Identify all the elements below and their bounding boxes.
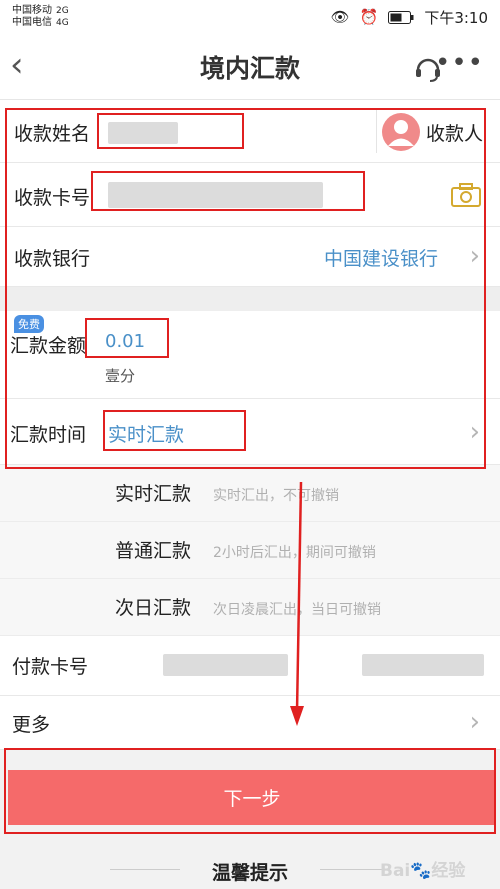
back-arrow-icon[interactable]: ‹ [10, 48, 24, 82]
divider [376, 110, 377, 153]
nav-bar: ‹ 境内汇款 ••• [0, 34, 500, 100]
more-label: 更多 [12, 714, 51, 736]
bank-row[interactable]: 收款银行 中国建设银行 › [0, 227, 500, 287]
camera-icon[interactable] [451, 183, 481, 207]
amount-label: 汇款金额 [10, 335, 87, 357]
carrier-1: 中国移动 [12, 5, 52, 16]
watermark: Bai🐾经验 [380, 861, 466, 881]
remit-time-value: 实时汇款 [108, 424, 185, 446]
remit-time-label: 汇款时间 [10, 424, 87, 446]
chevron-right-icon: › [469, 417, 480, 447]
carrier-2: 中国电信 [12, 17, 52, 28]
remit-option-normal[interactable]: 普通汇款 2小时后汇出，期间可撤销 [0, 522, 500, 579]
amount-in-words: 壹分 [105, 367, 136, 385]
payee-name-label: 收款姓名 [14, 123, 91, 145]
option-name: 次日汇款 [115, 597, 192, 619]
eye-icon: 👁 [330, 8, 350, 26]
bank-label: 收款银行 [14, 248, 91, 270]
network-type-1: 2G [56, 6, 69, 16]
payee-name-input[interactable] [108, 122, 178, 144]
remit-option-realtime[interactable]: 实时汇款 实时汇出，不可撤销 [0, 465, 500, 522]
status-bar: 中国移动 2G 中国电信 4G 👁 ⏰ 下午3:10 [0, 0, 500, 34]
payer-card-number [163, 654, 288, 676]
annotation-arrow [290, 481, 304, 726]
option-name: 普通汇款 [115, 540, 192, 562]
more-row[interactable]: 更多 › [0, 696, 500, 750]
network-type-2: 4G [56, 18, 69, 28]
bank-value: 中国建设银行 [324, 248, 439, 270]
carrier-info: 中国移动 2G 中国电信 4G [12, 5, 69, 29]
alarm-icon: ⏰ [359, 8, 379, 26]
payer-card-balance [362, 654, 484, 676]
payee-card-label: 收款卡号 [14, 187, 91, 209]
payee-card-input[interactable] [108, 182, 323, 208]
payee-name-row[interactable]: 收款姓名 收款人 [0, 100, 500, 163]
contact-avatar-icon[interactable] [382, 113, 420, 151]
chevron-right-icon: › [469, 707, 480, 737]
next-step-button[interactable]: 下一步 [8, 770, 496, 825]
payee-card-row[interactable]: 收款卡号 [0, 163, 500, 227]
clock-time: 下午3:10 [424, 8, 488, 27]
option-desc: 实时汇出，不可撤销 [213, 488, 339, 504]
remit-option-next-day[interactable]: 次日汇款 次日凌晨汇出，当日可撤销 [0, 579, 500, 636]
remit-time-row[interactable]: 汇款时间 实时汇款 › [0, 399, 500, 465]
payer-card-label: 付款卡号 [12, 656, 89, 678]
more-menu-icon[interactable]: ••• [435, 48, 484, 78]
section-gap [0, 287, 500, 311]
chevron-right-icon: › [469, 241, 480, 271]
page-title: 境内汇款 [199, 53, 300, 83]
amount-input[interactable]: 0.01 [105, 331, 145, 352]
payee-button[interactable]: 收款人 [426, 119, 483, 146]
option-name: 实时汇款 [115, 483, 192, 505]
amount-row[interactable]: 免费 汇款金额 0.01 壹分 [0, 311, 500, 399]
battery-icon [388, 10, 414, 24]
payer-card-row[interactable]: 付款卡号 [0, 636, 500, 696]
